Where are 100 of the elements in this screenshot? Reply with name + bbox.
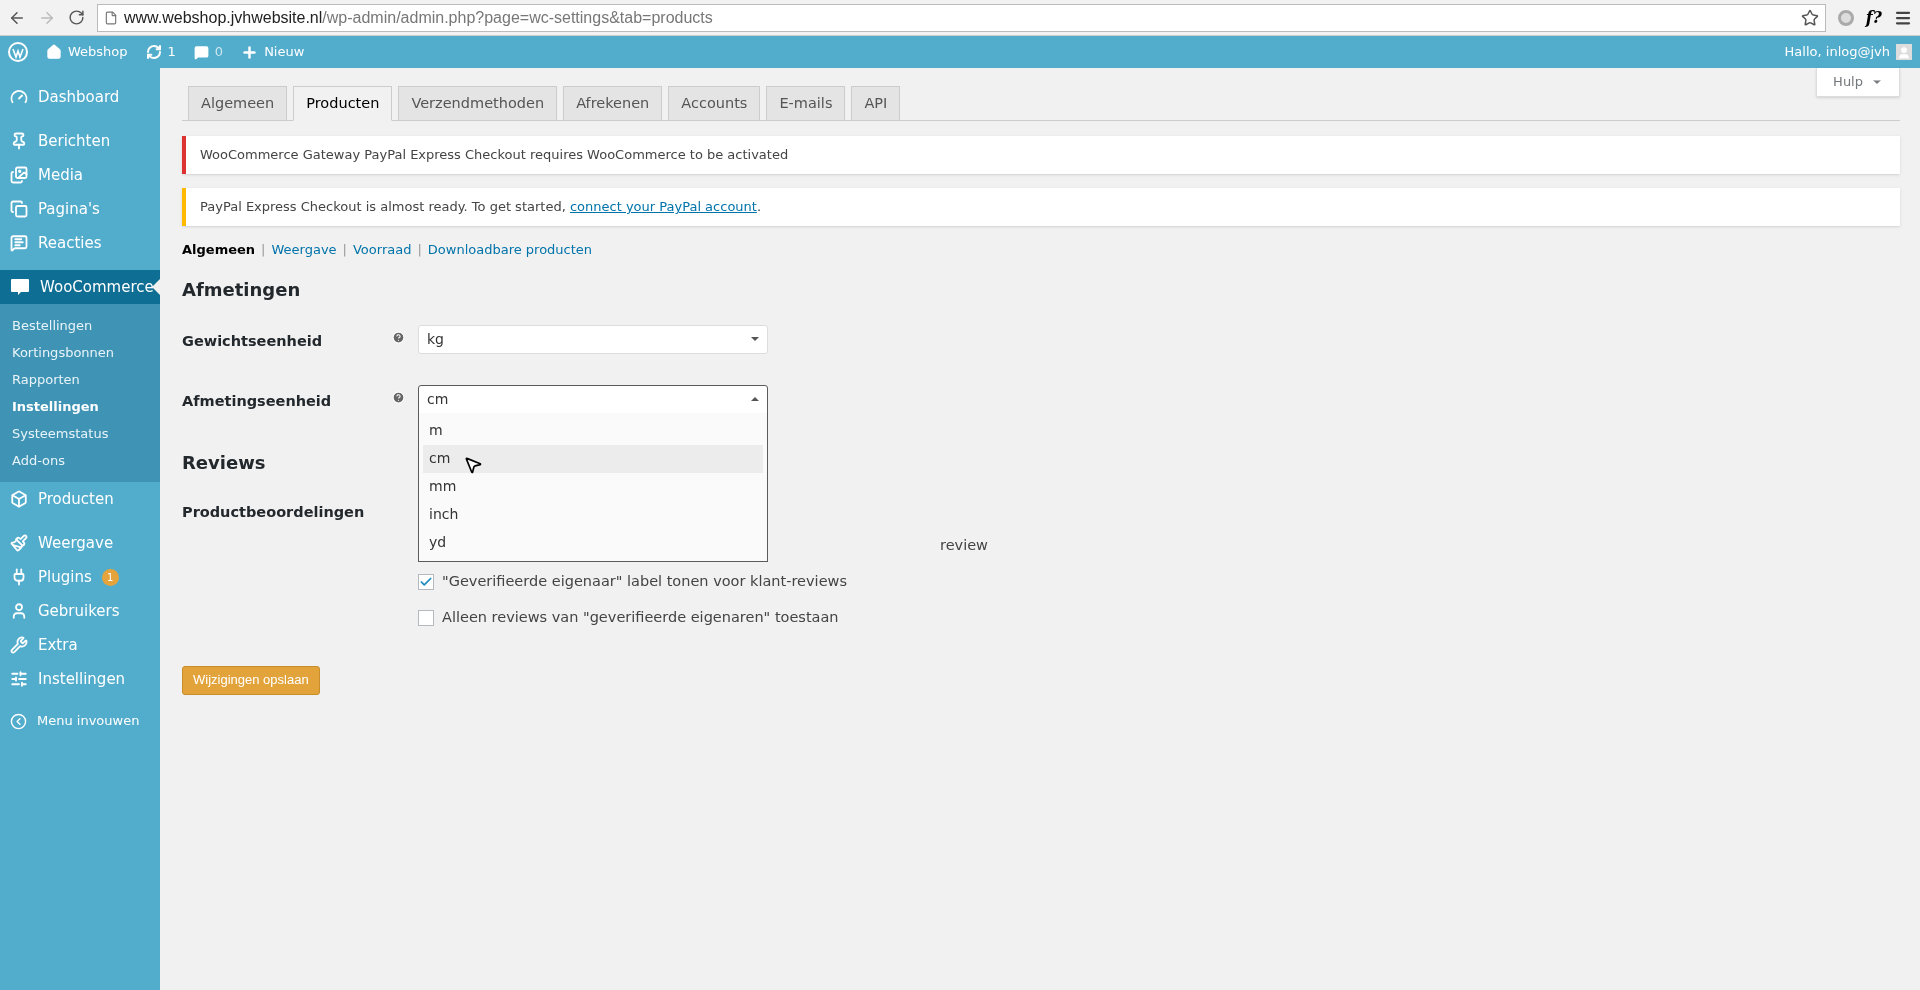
settings-tab[interactable]: API [851,86,901,121]
address-bar[interactable]: www.webshop.jvhwebsite.nl/wp-admin/admin.php?page=wc-settings&tab=products [97,3,1826,32]
dashboard-icon [10,88,28,106]
subnav-link[interactable]: Downloadbare producten [427,240,593,260]
separator: | [417,241,422,259]
sidebar-label: Instellingen [38,668,126,690]
sidebar-item[interactable]: Pagina's [0,192,160,226]
sidebar-label: Berichten [38,130,111,152]
help-icon [392,330,405,344]
comments-link[interactable]: 0 [193,42,224,62]
logo-icon[interactable] [8,42,28,62]
updates-link[interactable]: 1 [145,42,176,62]
plus-icon [241,43,259,61]
bookmark-star-icon[interactable] [1800,8,1819,27]
sidebar-label: Plugins [38,566,92,588]
sidebar-label: Extra [38,634,78,656]
sidebar-item[interactable]: Weergave [0,526,160,560]
sidebar-item[interactable]: Plugins 1 [0,560,160,594]
subnav-link[interactable]: Weergave [271,240,337,260]
sidebar-label: Weergave [38,532,114,554]
separator: | [342,241,347,259]
reload-icon[interactable] [68,9,85,26]
submenu-item[interactable]: Instellingen [0,393,160,420]
home-icon [46,44,62,60]
box-icon [10,490,28,508]
speech-bubble-icon [10,277,30,297]
sidebar-item[interactable]: Instellingen [0,662,160,696]
settings-tab[interactable]: Verzendmethoden [398,86,558,121]
settings-tab[interactable]: Algemeen [188,86,288,121]
help-icon [392,390,405,404]
field-label: Productbeoordelingen [182,502,366,522]
sidebar-item[interactable]: Dashboard [0,80,160,114]
new-link[interactable]: Nieuw [241,42,305,62]
count-badge: 1 [101,568,119,586]
sidebar-item[interactable]: Reacties [0,226,160,260]
dropdown-option[interactable]: m [423,416,763,445]
subnav-link[interactable]: Algemeen [182,240,256,260]
save-button[interactable]: Wijzigingen opslaan [182,665,320,695]
comment-icon [193,44,209,60]
dropdown-option[interactable]: mm [423,472,763,501]
dropdown-option[interactable]: inch [423,500,763,529]
field-label: Gewichtseenheid [182,331,324,351]
current-pointer-icon [152,279,160,295]
submenu-item[interactable]: Bestellingen [0,312,160,339]
sidebar-item[interactable]: Berichten [0,124,160,158]
submenu-item[interactable]: Rapporten [0,366,160,393]
checkbox-label: "Geverifieerde eigenaar" label tonen voor klant-reviews [442,571,847,591]
extension-label[interactable]: f? [1865,5,1882,30]
field-label: Afmetingseenheid [182,391,333,411]
page-icon [104,10,118,25]
sidebar-label: Gebruikers [38,600,120,622]
submenu-item[interactable]: Kortingsbonnen [0,339,160,366]
notice-text: PayPal Express Checkout is almost ready. To get started, connect your PayPal account. [200,198,762,217]
settings-tab[interactable]: Producten [293,86,393,121]
settings-tab[interactable]: Afrekenen [563,86,663,121]
checkbox[interactable] [418,573,434,590]
collapse-icon [10,712,27,730]
collapse-menu-button[interactable]: Menu invouwen [0,706,160,736]
media-icon [10,166,28,184]
subnav-link[interactable]: Voorraad [353,240,412,260]
notice-link[interactable]: connect your PayPal account [569,199,757,215]
sidebar-item[interactable]: WooCommerce [0,270,160,304]
checkbox[interactable] [418,609,434,626]
sidebar-label: Pagina's [38,198,100,220]
sliders-icon [10,670,28,688]
select-field[interactable]: cm [418,384,768,414]
sidebar-label: Producten [38,488,114,510]
refresh-icon [145,44,162,60]
submenu-item[interactable]: Add-ons [0,447,160,474]
checkbox-label: review [940,535,988,555]
user-icon [10,602,28,620]
submenu-item[interactable]: Systeemstatus [0,420,160,447]
sidebar-item[interactable]: Gebruikers [0,594,160,628]
sidebar-label: WooCommerce [40,276,154,298]
site-link[interactable]: Webshop [46,42,128,62]
account-link[interactable]: Hallo, inlog@jvh [1784,42,1912,62]
section-heading: Reviews [182,450,266,475]
sidebar-item[interactable]: Media [0,158,160,192]
checkbox-label: Alleen reviews van "geverifieerde eigenaren" toestaan [442,607,839,627]
sidebar-label: Reacties [38,232,102,254]
wrench-icon [10,636,28,654]
dropdown-option[interactable]: cm [423,444,763,473]
sidebar-label: Dashboard [38,86,120,108]
dropdown-option[interactable]: yd [423,528,763,557]
avatar-icon [1896,44,1912,60]
select-field[interactable]: kg [418,324,768,354]
sidebar-item[interactable]: Extra [0,628,160,662]
caret-icon [751,397,759,401]
brush-icon [10,534,28,552]
settings-tab[interactable]: E-mails [766,86,846,121]
separator: | [261,241,266,259]
sidebar-label: Media [38,164,84,186]
notice-text: WooCommerce Gateway PayPal Express Checkout requires WooCommerce to be activated [200,146,789,165]
sidebar-item[interactable]: Producten [0,482,160,516]
comment-icon [10,234,28,252]
help-tab-button[interactable]: Hulp [1816,68,1900,97]
section-heading: Afmetingen [182,277,301,302]
settings-tab[interactable]: Accounts [668,86,761,121]
pages-icon [10,200,28,218]
pin-icon [10,132,28,150]
